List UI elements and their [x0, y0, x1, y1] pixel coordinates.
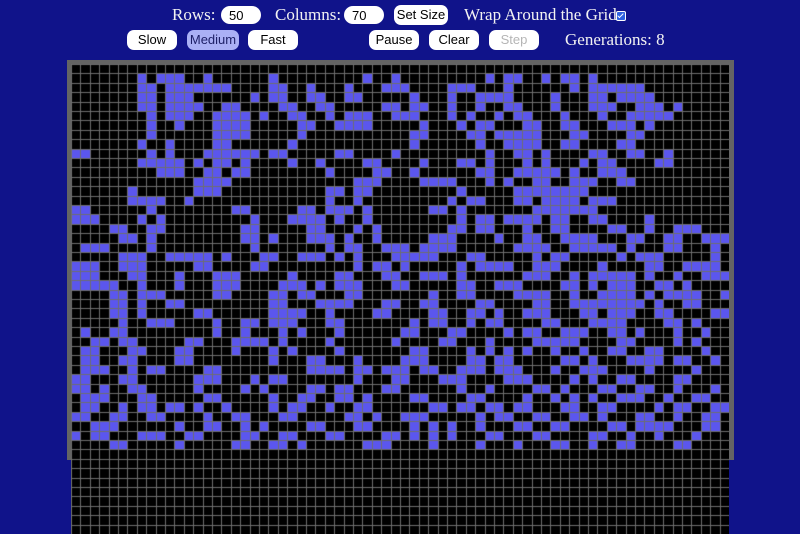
- set-size-button[interactable]: Set Size: [394, 5, 448, 25]
- generations-counter: Generations: 8: [565, 30, 665, 49]
- columns-label: Columns:: [275, 5, 342, 24]
- life-grid-frame: [67, 60, 734, 534]
- life-grid[interactable]: [71, 64, 729, 534]
- size-controls-row: Rows: Columns: Set Size Wrap Around the …: [0, 4, 800, 26]
- step-button[interactable]: Step: [489, 30, 539, 50]
- wrap-around-label: Wrap Around the Grid:: [464, 5, 622, 24]
- wrap-around-checkbox[interactable]: [616, 11, 626, 21]
- columns-input[interactable]: [344, 6, 384, 24]
- playback-controls-row: Slow Medium Fast Pause Clear Step Genera…: [0, 29, 800, 51]
- rows-label: Rows:: [172, 5, 216, 24]
- rows-input[interactable]: [221, 6, 261, 24]
- clear-button[interactable]: Clear: [429, 30, 479, 50]
- pause-button[interactable]: Pause: [369, 30, 419, 50]
- speed-fast-button[interactable]: Fast: [248, 30, 298, 50]
- checkmark-icon: [617, 12, 625, 20]
- speed-slow-button[interactable]: Slow: [127, 30, 177, 50]
- speed-medium-button[interactable]: Medium: [187, 30, 239, 50]
